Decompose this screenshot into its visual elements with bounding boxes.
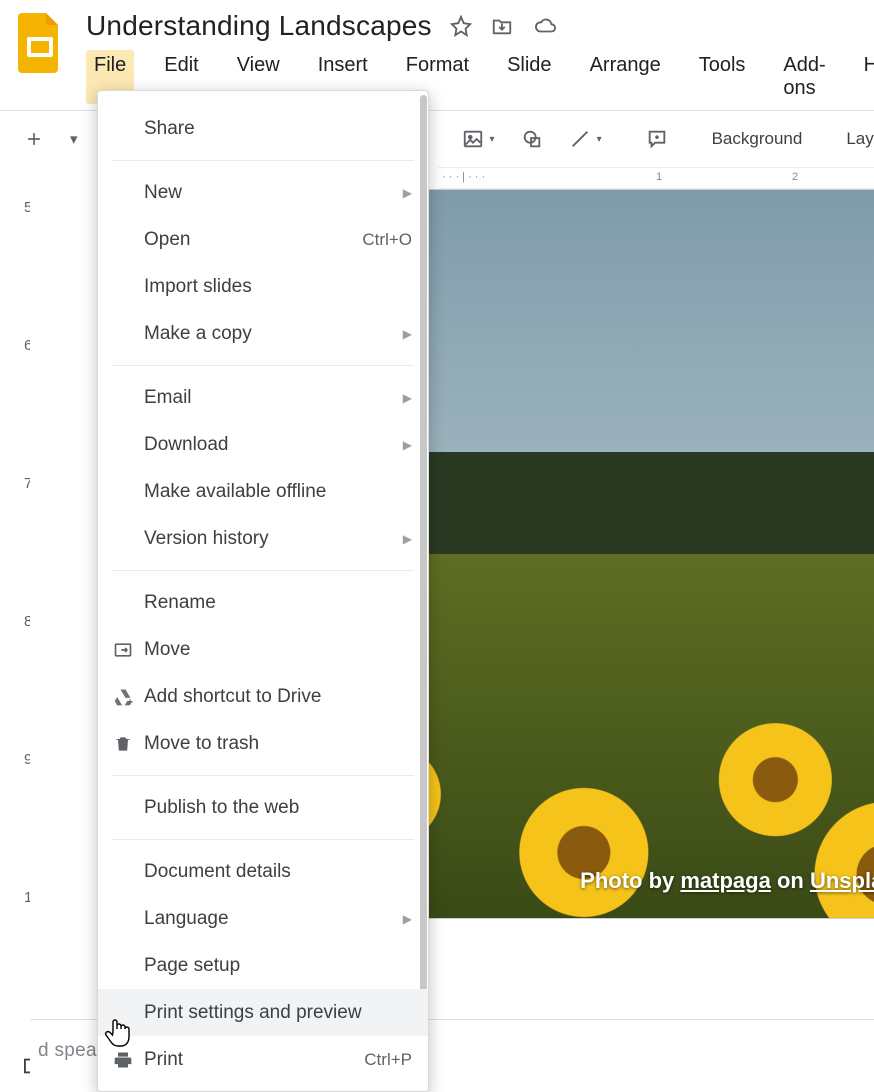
background-button[interactable]: Background <box>704 125 811 153</box>
file-menu-rename[interactable]: Rename <box>98 579 428 626</box>
insert-comment-button[interactable] <box>638 124 676 154</box>
new-slide-dropdown[interactable]: ▾ <box>62 126 86 152</box>
insert-shape-button[interactable] <box>513 124 551 154</box>
insert-image-button[interactable] <box>454 124 503 154</box>
move-to-drive-icon[interactable] <box>490 15 514 37</box>
svg-text:+: + <box>127 697 133 707</box>
menu-arrange[interactable]: Arrange <box>582 50 669 104</box>
new-slide-button[interactable] <box>16 125 52 153</box>
file-menu-share[interactable]: Share <box>98 105 428 152</box>
photo-credit: Photo by matpaga on Unsplash <box>580 868 874 894</box>
file-menu-make-a-copy[interactable]: Make a copy▶ <box>98 310 428 357</box>
horizontal-ruler: · · · | · · · 1 2 <box>438 167 874 189</box>
file-menu-move[interactable]: Move <box>98 626 428 673</box>
file-menu-add-shortcut-to-drive[interactable]: +Add shortcut to Drive <box>98 673 428 720</box>
slides-logo[interactable] <box>18 10 62 75</box>
insert-line-button[interactable] <box>561 124 610 154</box>
file-menu-move-to-trash[interactable]: Move to trash <box>98 720 428 767</box>
file-menu-download[interactable]: Download▶ <box>98 421 428 468</box>
cloud-saved-icon[interactable] <box>532 15 558 37</box>
star-icon[interactable] <box>450 15 472 37</box>
cursor-hand-icon <box>104 1016 134 1055</box>
menu-slide[interactable]: Slide <box>499 50 559 104</box>
menu-help[interactable]: Help <box>856 50 874 104</box>
file-menu-print[interactable]: PrintCtrl+P <box>98 1036 428 1083</box>
file-menu-language[interactable]: Language▶ <box>98 895 428 942</box>
file-menu-email[interactable]: Email▶ <box>98 374 428 421</box>
file-menu-page-setup[interactable]: Page setup <box>98 942 428 989</box>
file-menu-document-details[interactable]: Document details <box>98 848 428 895</box>
file-menu-make-available-offline[interactable]: Make available offline <box>98 468 428 515</box>
file-menu-publish-to-the-web[interactable]: Publish to the web <box>98 784 428 831</box>
file-menu-version-history[interactable]: Version history▶ <box>98 515 428 562</box>
layout-button[interactable]: Layout <box>838 125 874 153</box>
file-menu-new[interactable]: New▶ <box>98 169 428 216</box>
file-menu-open[interactable]: OpenCtrl+O <box>98 216 428 263</box>
document-title[interactable]: Understanding Landscapes <box>86 10 432 42</box>
photo-author-link[interactable]: matpaga <box>680 868 770 893</box>
slide-thumbnail-panel: 5Photo by 6Photo by 7W la co pl 8 9 10 <box>0 189 30 1089</box>
file-menu-dropdown: Share New▶OpenCtrl+OImport slidesMake a c… <box>97 90 429 1092</box>
photo-source-link[interactable]: Unsplash <box>810 868 874 893</box>
file-menu-print-settings-and-preview[interactable]: Print settings and preview <box>98 989 428 1036</box>
menu-addons[interactable]: Add-ons <box>775 50 833 104</box>
file-menu-import-slides[interactable]: Import slides <box>98 263 428 310</box>
menu-tools[interactable]: Tools <box>691 50 754 104</box>
